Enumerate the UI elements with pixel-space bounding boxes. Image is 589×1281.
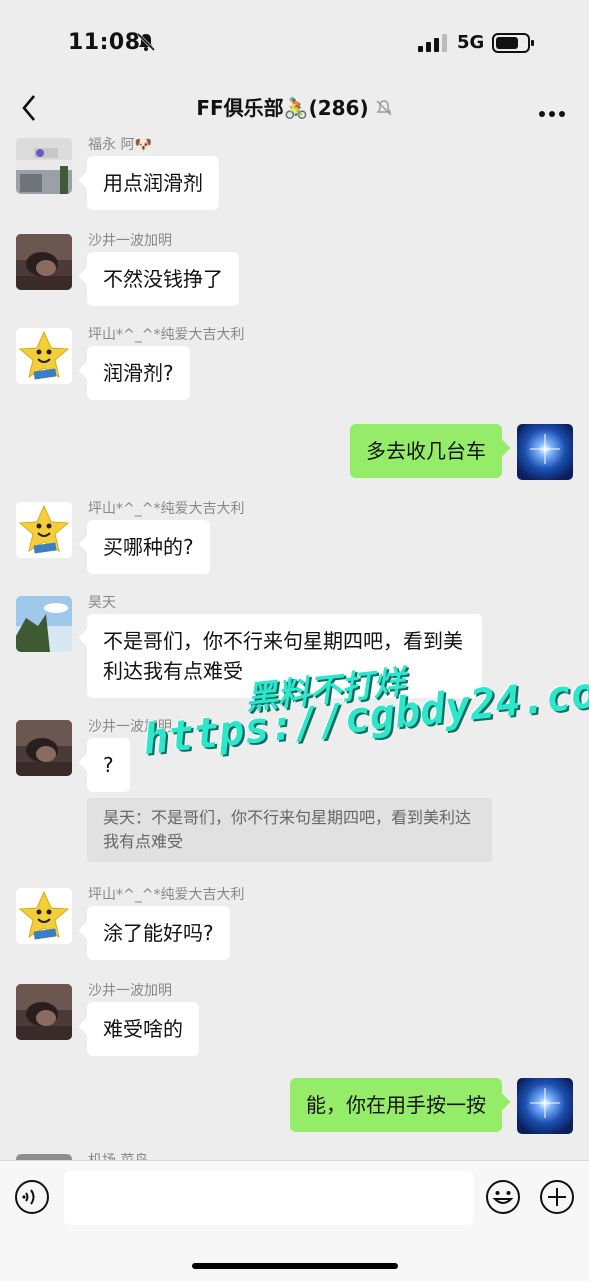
- sender-name: 坪山*^_^*纯爱大吉大利: [88, 501, 245, 517]
- avatar[interactable]: [16, 596, 72, 652]
- home-indicator: [192, 1263, 398, 1269]
- sender-name: 沙井一波加明: [88, 233, 172, 249]
- plus-icon[interactable]: [539, 1179, 575, 1219]
- chat-header: FF俱乐部🚴(286): [0, 88, 589, 128]
- chat-title-wrap: FF俱乐部🚴(286): [0, 92, 589, 122]
- sender-name: 坪山*^_^*纯爱大吉大利: [88, 887, 245, 903]
- status-time: 11:08: [68, 30, 141, 55]
- message-bubble[interactable]: 多去收几台车: [350, 424, 502, 478]
- avatar[interactable]: [16, 328, 72, 384]
- message-input[interactable]: [64, 1171, 474, 1225]
- chat-title: FF俱乐部🚴(286): [196, 96, 369, 120]
- message-bubble[interactable]: 不然没钱挣了: [87, 252, 239, 306]
- sender-name: 机场 菜鸟: [88, 1150, 148, 1160]
- emoji-icon[interactable]: [485, 1179, 521, 1219]
- avatar[interactable]: [16, 502, 72, 558]
- network-type: 5G: [457, 32, 485, 53]
- message-bubble[interactable]: 买哪种的?: [87, 520, 210, 574]
- message-bubble[interactable]: 能，你在用手按一按: [290, 1078, 502, 1132]
- message-bubble[interactable]: 不是哥们，你不行来句星期四吧，看到美利达我有点难受: [87, 614, 482, 698]
- more-icon[interactable]: [539, 102, 565, 121]
- sender-name: 沙井一波加明: [88, 719, 172, 735]
- avatar[interactable]: [16, 138, 72, 194]
- mute-icon: [375, 98, 393, 122]
- message-list[interactable]: 福永 阿🐶 用点润滑剂 沙井一波加明 不然没钱挣了 坪山*^_^*纯爱大吉大利 …: [0, 130, 589, 1160]
- avatar[interactable]: [16, 888, 72, 944]
- sender-name: 福永 阿🐶: [88, 137, 152, 153]
- signal-icon: [418, 34, 448, 56]
- sender-name: 坪山*^_^*纯爱大吉大利: [88, 327, 245, 343]
- battery-icon: [492, 33, 536, 57]
- message-bubble[interactable]: 润滑剂?: [87, 346, 190, 400]
- message-bubble[interactable]: 用点润滑剂: [87, 156, 219, 210]
- avatar[interactable]: [16, 720, 72, 776]
- avatar[interactable]: [16, 234, 72, 290]
- status-bar: 11:08 5G: [0, 0, 589, 88]
- message-bubble[interactable]: 涂了能好吗?: [87, 906, 230, 960]
- sender-name: 昊天: [88, 595, 116, 611]
- voice-icon[interactable]: [14, 1179, 50, 1219]
- quoted-message[interactable]: 昊天：不是哥们，你不行来句星期四吧，看到美利达我有点难受: [87, 798, 492, 862]
- sender-name: 沙井一波加明: [88, 983, 172, 999]
- avatar[interactable]: [517, 424, 573, 480]
- input-bar: [0, 1160, 589, 1281]
- bell-off-icon: [136, 32, 156, 56]
- avatar[interactable]: [517, 1078, 573, 1134]
- message-bubble[interactable]: ?: [87, 738, 130, 792]
- message-bubble[interactable]: 难受啥的: [87, 1002, 199, 1056]
- avatar[interactable]: [16, 984, 72, 1040]
